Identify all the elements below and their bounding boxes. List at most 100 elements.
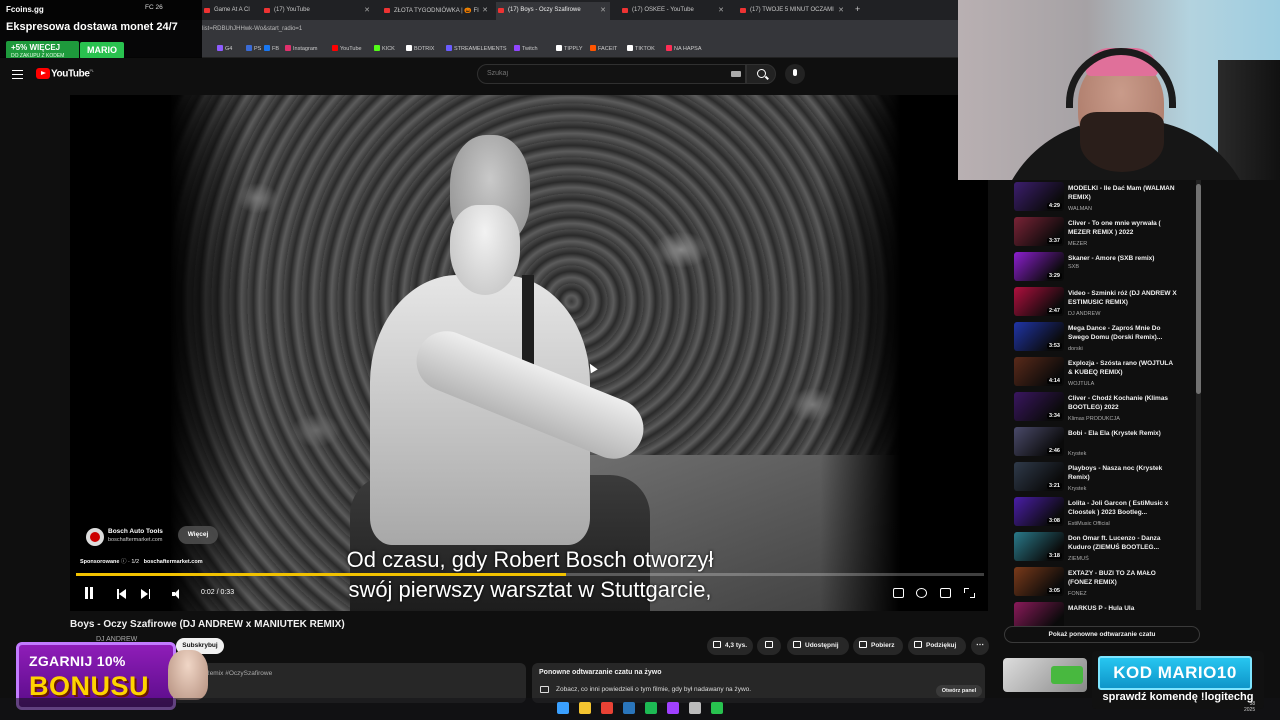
volume-icon[interactable]	[172, 589, 182, 599]
more-actions-button[interactable]: ⋯	[971, 637, 989, 655]
bookmark-na-hapsa[interactable]: NA HAPSA	[666, 45, 702, 52]
video-title[interactable]: Cliver - To one mnie wyrwała ( MEZER REM…	[1068, 219, 1178, 237]
video-channel[interactable]: dorski	[1068, 346, 1083, 352]
windows-start-icon[interactable]	[557, 702, 569, 714]
app-icon[interactable]	[711, 702, 723, 714]
progress-bar[interactable]	[76, 573, 984, 576]
video-thumbnail[interactable]: 3:08	[1014, 497, 1064, 526]
download-button[interactable]: Pobierz	[853, 637, 903, 655]
messenger-icon[interactable]	[667, 702, 679, 714]
video-channel[interactable]: Krystek	[1068, 486, 1086, 492]
related-video-item[interactable]: 3:37 Cliver - To one mnie wyrwała ( MEZER…	[1014, 217, 1196, 251]
file-explorer-icon[interactable]	[579, 702, 591, 714]
browser-tab[interactable]: (17) OSKEE - YouTube ✕	[620, 2, 728, 20]
video-thumbnail[interactable]: 2:46	[1014, 427, 1064, 456]
related-video-item[interactable]: 3:18 Don Omar ft. Lucenzo - Danza Kuduro …	[1014, 532, 1196, 566]
video-title[interactable]: Skaner - Amore (SXB remix)	[1068, 254, 1178, 263]
gear-icon[interactable]	[916, 588, 927, 598]
video-title[interactable]: Bobi - Ela Ela (Krystek Remix)	[1068, 429, 1178, 438]
video-title[interactable]: EXTAZY - BUZI TO ZA MAŁO (FONEZ REMIX)	[1068, 569, 1178, 587]
video-thumbnail[interactable]: 2:47	[1014, 287, 1064, 316]
video-channel[interactable]: ZIEMUŚ	[1068, 556, 1089, 562]
video-channel[interactable]: Klimas PRODUKCJA	[1068, 416, 1120, 422]
hamburger-menu-icon[interactable]	[12, 70, 23, 79]
browser-tab[interactable]: Game At A Cl	[202, 2, 262, 20]
video-thumbnail[interactable]: 3:34	[1014, 392, 1064, 421]
related-video-item[interactable]: 3:53 Mega Dance - Zaproś Mnie Do Swego Do…	[1014, 322, 1196, 356]
bookmark-fb[interactable]: FB	[264, 45, 279, 52]
youtube-logo-icon[interactable]	[36, 68, 50, 79]
browser-tab-active[interactable]: (17) Boys - Oczy Szafirowe ✕	[496, 2, 610, 20]
video-title[interactable]: MODELKI - Ile Dać Mam (WALMAN REMIX)	[1068, 184, 1178, 202]
bookmark-youtube[interactable]: YouTube	[332, 45, 362, 52]
video-title[interactable]: Lolita - Joli Garcon ( EstiMusic x Cloos…	[1068, 499, 1178, 517]
video-title[interactable]: Explozja - Szósta rano (WOJTULA & KUBEQ …	[1068, 359, 1178, 377]
search-input[interactable]	[487, 70, 717, 77]
new-tab-button[interactable]: +	[852, 2, 866, 20]
video-thumbnail[interactable]: 3:05	[1014, 567, 1064, 596]
related-video-item[interactable]: 4:29 MODELKI - Ile Dać Mam (WALMAN REMIX)…	[1014, 182, 1196, 216]
close-tab-icon[interactable]: ✕	[718, 6, 724, 14]
chrome-icon[interactable]	[601, 702, 613, 714]
video-title[interactable]: Mega Dance - Zaproś Mnie Do Swego Domu (…	[1068, 324, 1178, 342]
related-video-item[interactable]: 2:47 Video - Szminki róż (DJ ANDREW X EST…	[1014, 287, 1196, 321]
video-channel[interactable]: EstiMusic Official	[1068, 521, 1110, 527]
close-tab-icon[interactable]: ✕	[482, 6, 488, 14]
related-video-item[interactable]: 4:14 Explozja - Szósta rano (WOJTULA & KU…	[1014, 357, 1196, 391]
bookmark-ps[interactable]: PS	[246, 45, 261, 52]
bookmark-faceit[interactable]: FACEIT	[590, 45, 617, 52]
bookmark-botrix[interactable]: BOTRIX	[406, 45, 434, 52]
video-thumbnail[interactable]: 3:53	[1014, 322, 1064, 351]
video-channel[interactable]: Krystek	[1068, 451, 1086, 457]
dislike-button[interactable]	[757, 637, 781, 655]
bookmark-tipply[interactable]: TIPPLY	[556, 45, 583, 52]
browser-tab[interactable]: (17) YouTube ✕	[262, 2, 374, 20]
fullscreen-icon[interactable]	[964, 588, 975, 598]
open-panel-button[interactable]: Otwórz panel	[936, 685, 982, 697]
share-button[interactable]: Udostępnij	[787, 637, 849, 655]
subtitles-icon[interactable]	[893, 588, 904, 598]
video-channel[interactable]: FONEZ	[1068, 591, 1087, 597]
thanks-button[interactable]: Podziękuj	[908, 637, 966, 655]
video-title[interactable]: Cliver - Chodź Kochanie (Klimas BOOTLEG)…	[1068, 394, 1178, 412]
next-video-thumbnail[interactable]	[1003, 658, 1087, 692]
sponsored-domain[interactable]: boschaftermarket.com	[144, 559, 203, 565]
microphone-icon[interactable]	[785, 64, 805, 84]
related-video-item[interactable]: 3:05 EXTAZY - BUZI TO ZA MAŁO (FONEZ REMI…	[1014, 567, 1196, 601]
search-box[interactable]	[477, 64, 746, 84]
bookmark-instagram[interactable]: Instagram	[285, 45, 317, 52]
browser-tab[interactable]: (17) TWOJE 5 MINUT OCZAMI ✕	[738, 2, 848, 20]
spotify-icon[interactable]	[645, 702, 657, 714]
sidebar-scroll-thumb[interactable]	[1196, 184, 1201, 394]
related-video-item[interactable]: 3:29 Skaner - Amore (SXB remix) SXB	[1014, 252, 1196, 286]
browser-tab[interactable]: ZŁOTA TYGODNIÓWKA | 🎃 FI ✕	[382, 2, 492, 20]
youtube-logo-text[interactable]: YouTubePL	[51, 68, 94, 79]
like-button[interactable]: 4,3 tys.	[707, 637, 753, 655]
video-thumbnail[interactable]: 3:18	[1014, 532, 1064, 561]
video-channel[interactable]: WALMAN	[1068, 206, 1092, 212]
close-tab-icon[interactable]: ✕	[838, 6, 844, 14]
bookmark-streamelements[interactable]: STREAMELEMENTS	[446, 45, 507, 52]
steam-icon[interactable]	[623, 702, 635, 714]
video-thumbnail[interactable]: 3:21	[1014, 462, 1064, 491]
video-thumbnail[interactable]: 4:14	[1014, 357, 1064, 386]
ad-more-button[interactable]: Więcej	[178, 526, 218, 544]
bookmark-kick[interactable]: KICK	[374, 45, 395, 52]
bookmark-twitch[interactable]: Twitch	[514, 45, 538, 52]
video-title[interactable]: MARKUS P - Hula Ula	[1068, 604, 1178, 613]
video-channel[interactable]: SXB	[1068, 264, 1079, 270]
video-channel[interactable]: DJ ANDREW	[1068, 311, 1100, 317]
next-icon[interactable]	[141, 589, 150, 599]
video-title[interactable]: Don Omar ft. Lucenzo - Danza Kuduro (ZIE…	[1068, 534, 1178, 552]
close-tab-icon[interactable]: ✕	[364, 6, 370, 14]
bookmark-g4[interactable]: G4	[217, 45, 232, 52]
show-chat-replay-button[interactable]: Pokaż ponowne odtwarzanie czatu	[1004, 626, 1200, 643]
url-text[interactable]: list=RDBUhJHHwk-Wo&start_radio=1	[202, 26, 302, 32]
bookmark-tiktok[interactable]: TIKTOK	[627, 45, 655, 52]
related-video-item[interactable]: 2:46 Bobi - Ela Ela (Krystek Remix) Kryste…	[1014, 427, 1196, 461]
search-button[interactable]	[746, 64, 776, 84]
pause-icon[interactable]	[84, 587, 94, 599]
description-hashtag[interactable]: Remix #OczySzafirowe	[205, 670, 272, 677]
video-channel[interactable]: MEZER	[1068, 241, 1087, 247]
video-thumbnail[interactable]: 4:29	[1014, 182, 1064, 211]
